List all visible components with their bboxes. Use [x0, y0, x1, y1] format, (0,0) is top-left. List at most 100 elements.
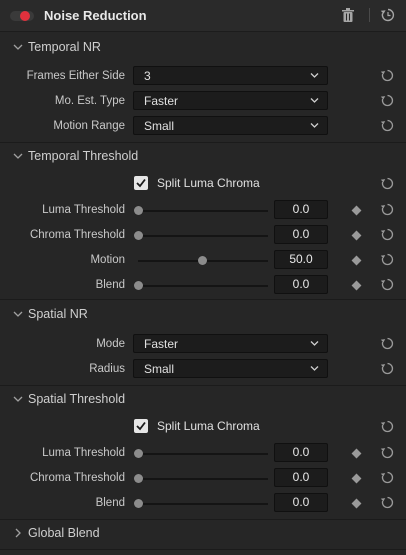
reset-icon[interactable]: [380, 419, 395, 434]
reset-all-icon[interactable]: [380, 7, 396, 23]
chevron-down-icon: [13, 396, 23, 402]
keyframe-diamond-icon[interactable]: [351, 473, 362, 484]
slider-handle[interactable]: [134, 499, 143, 508]
dropdown-value: 3: [144, 69, 151, 83]
reset-icon[interactable]: [380, 470, 395, 485]
motion-range-row: Motion Range Small: [0, 116, 406, 138]
chroma-threshold-value[interactable]: 0.0: [274, 468, 328, 487]
section-temporal-threshold[interactable]: Temporal Threshold: [0, 146, 406, 168]
blend-slider[interactable]: [138, 285, 268, 287]
blend-row: Blend 0.0: [0, 275, 406, 297]
mo-est-type-dropdown[interactable]: Faster: [133, 91, 328, 110]
reset-icon[interactable]: [380, 252, 395, 267]
split-luma-chroma-row: Split Luma Chroma: [0, 417, 406, 439]
luma-threshold-value[interactable]: 0.0: [274, 200, 328, 219]
keyframe-diamond-icon[interactable]: [351, 205, 362, 216]
luma-threshold-slider[interactable]: [138, 210, 268, 212]
luma-threshold-row: Luma Threshold 0.0: [0, 200, 406, 222]
section-title: Spatial NR: [28, 307, 88, 321]
reset-icon[interactable]: [380, 336, 395, 351]
chevron-right-icon: [15, 528, 21, 538]
slider-handle[interactable]: [134, 449, 143, 458]
slider-handle[interactable]: [198, 256, 207, 265]
reset-icon[interactable]: [380, 227, 395, 242]
enable-toggle[interactable]: [10, 11, 34, 21]
section-title: Spatial Threshold: [28, 392, 126, 406]
luma-threshold-value[interactable]: 0.0: [274, 443, 328, 462]
mode-row: Mode Faster: [0, 334, 406, 356]
luma-threshold-row: Luma Threshold 0.0: [0, 443, 406, 465]
keyframe-diamond-icon[interactable]: [351, 448, 362, 459]
motion-label: Motion: [90, 254, 125, 266]
chroma-threshold-value[interactable]: 0.0: [274, 225, 328, 244]
keyframe-diamond-icon[interactable]: [351, 280, 362, 291]
section-divider: [0, 299, 406, 300]
mo-est-type-label: Mo. Est. Type: [54, 95, 125, 107]
section-divider: [0, 519, 406, 520]
section-spatial-threshold[interactable]: Spatial Threshold: [0, 389, 406, 411]
section-spatial-nr[interactable]: Spatial NR: [0, 304, 406, 326]
blend-label: Blend: [95, 279, 125, 291]
chevron-down-icon: [13, 44, 23, 50]
motion-range-dropdown[interactable]: Small: [133, 116, 328, 135]
chevron-down-icon: [310, 366, 319, 371]
chroma-threshold-slider[interactable]: [138, 478, 268, 480]
motion-range-label: Motion Range: [53, 120, 125, 132]
luma-threshold-label: Luma Threshold: [42, 204, 125, 216]
reset-icon[interactable]: [380, 361, 395, 376]
reset-icon[interactable]: [380, 445, 395, 460]
reset-icon[interactable]: [380, 176, 395, 191]
mode-label: Mode: [96, 338, 125, 350]
reset-icon[interactable]: [380, 93, 395, 108]
chevron-down-icon: [13, 153, 23, 159]
panel-title: Noise Reduction: [44, 8, 147, 23]
slider-handle[interactable]: [134, 281, 143, 290]
split-luma-chroma-checkbox[interactable]: [134, 419, 148, 433]
keyframe-diamond-icon[interactable]: [351, 255, 362, 266]
split-luma-chroma-label: Split Luma Chroma: [157, 419, 260, 433]
chroma-threshold-slider[interactable]: [138, 235, 268, 237]
reset-icon[interactable]: [380, 495, 395, 510]
mode-dropdown[interactable]: Faster: [133, 334, 328, 353]
luma-threshold-slider[interactable]: [138, 453, 268, 455]
motion-value[interactable]: 50.0: [274, 250, 328, 269]
dropdown-value: Faster: [144, 337, 179, 351]
toggle-knob: [20, 11, 30, 21]
reset-icon[interactable]: [380, 277, 395, 292]
slider-handle[interactable]: [134, 231, 143, 240]
blend-label: Blend: [95, 497, 125, 509]
split-luma-chroma-checkbox[interactable]: [134, 176, 148, 190]
chroma-threshold-label: Chroma Threshold: [29, 229, 125, 241]
dropdown-value: Small: [144, 362, 175, 376]
keyframe-diamond-icon[interactable]: [351, 230, 362, 241]
section-global-blend[interactable]: Global Blend: [0, 523, 406, 545]
chroma-threshold-label: Chroma Threshold: [29, 472, 125, 484]
split-luma-chroma-label: Split Luma Chroma: [157, 176, 260, 190]
split-luma-chroma-row: Split Luma Chroma: [0, 174, 406, 196]
trash-icon[interactable]: [342, 8, 354, 22]
frames-either-side-label: Frames Either Side: [26, 70, 125, 82]
section-title: Temporal NR: [28, 40, 101, 54]
keyframe-diamond-icon[interactable]: [351, 498, 362, 509]
frames-either-side-row: Frames Either Side 3: [0, 66, 406, 88]
slider-handle[interactable]: [134, 206, 143, 215]
reset-icon[interactable]: [380, 68, 395, 83]
chevron-down-icon: [310, 341, 319, 346]
slider-handle[interactable]: [134, 474, 143, 483]
panel-header: Noise Reduction: [0, 0, 406, 32]
radius-dropdown[interactable]: Small: [133, 359, 328, 378]
section-divider: [0, 142, 406, 143]
chevron-down-icon: [310, 123, 319, 128]
reset-icon[interactable]: [380, 202, 395, 217]
dropdown-value: Faster: [144, 94, 179, 108]
radius-label: Radius: [89, 363, 125, 375]
blend-value[interactable]: 0.0: [274, 275, 328, 294]
frames-either-side-dropdown[interactable]: 3: [133, 66, 328, 85]
motion-row: Motion 50.0: [0, 250, 406, 272]
section-title: Temporal Threshold: [28, 149, 139, 163]
section-temporal-nr[interactable]: Temporal NR: [0, 37, 406, 59]
blend-slider[interactable]: [138, 503, 268, 505]
reset-icon[interactable]: [380, 118, 395, 133]
blend-value[interactable]: 0.0: [274, 493, 328, 512]
mo-est-type-row: Mo. Est. Type Faster: [0, 91, 406, 113]
